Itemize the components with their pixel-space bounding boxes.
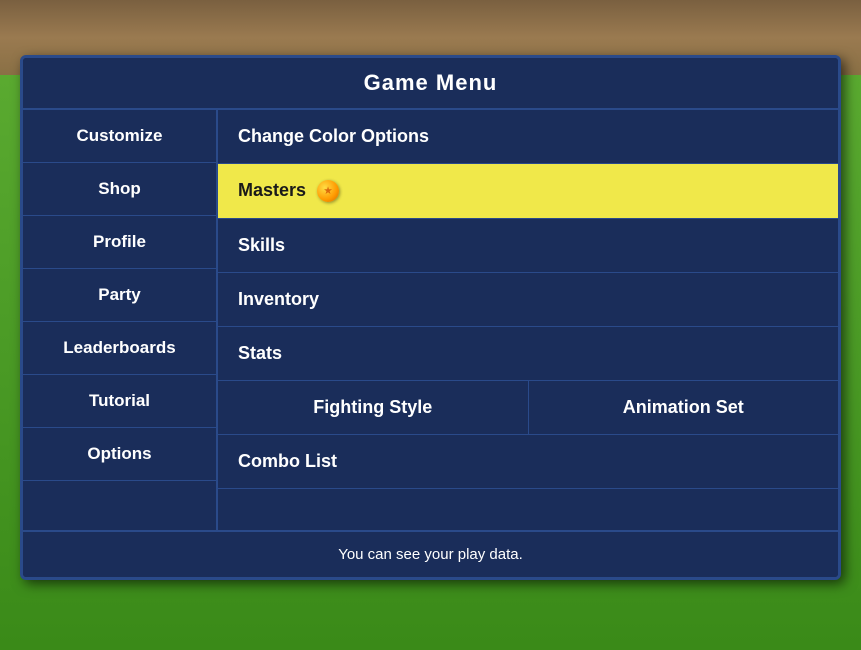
menu-body: Customize Shop Profile Party Leaderboard…	[23, 110, 838, 530]
row-masters: Masters	[218, 164, 838, 219]
sidebar-item-options[interactable]: Options	[23, 428, 216, 481]
animation-set-button[interactable]: Animation Set	[529, 381, 839, 434]
dragonball-icon	[317, 180, 339, 202]
row-change-color: Change Color Options	[218, 110, 838, 164]
sidebar-item-party[interactable]: Party	[23, 269, 216, 322]
inventory-button[interactable]: Inventory	[218, 273, 838, 326]
game-menu: Game Menu Customize Shop Profile Party L…	[20, 55, 841, 580]
menu-footer: You can see your play data.	[23, 530, 838, 577]
row-inventory: Inventory	[218, 273, 838, 327]
left-nav: Customize Shop Profile Party Leaderboard…	[23, 110, 218, 530]
change-color-options-button[interactable]: Change Color Options	[218, 110, 838, 163]
row-combo-list: Combo List	[218, 435, 838, 489]
skills-button[interactable]: Skills	[218, 219, 838, 272]
row-stats: Stats	[218, 327, 838, 381]
sidebar-item-shop[interactable]: Shop	[23, 163, 216, 216]
fighting-style-button[interactable]: Fighting Style	[218, 381, 529, 434]
row-fighting-style: Fighting Style Animation Set	[218, 381, 838, 435]
combo-list-button[interactable]: Combo List	[218, 435, 838, 488]
sidebar-item-profile[interactable]: Profile	[23, 216, 216, 269]
right-content: Change Color Options Masters Skills Inve…	[218, 110, 838, 530]
sidebar-item-leaderboards[interactable]: Leaderboards	[23, 322, 216, 375]
row-skills: Skills	[218, 219, 838, 273]
sidebar-item-customize[interactable]: Customize	[23, 110, 216, 163]
masters-button[interactable]: Masters	[218, 164, 838, 218]
menu-title: Game Menu	[23, 58, 838, 110]
stats-button[interactable]: Stats	[218, 327, 838, 380]
sidebar-item-tutorial[interactable]: Tutorial	[23, 375, 216, 428]
